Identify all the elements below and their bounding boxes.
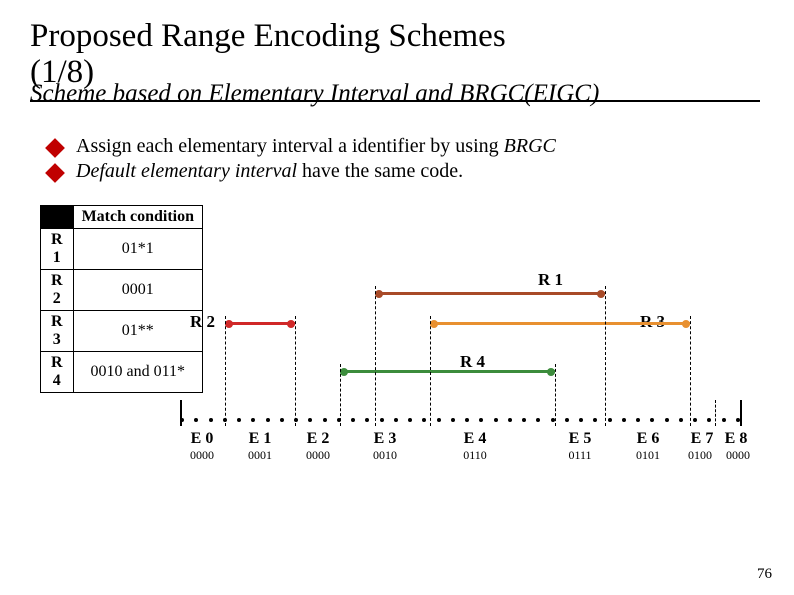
bullet-text-part: have the same code. — [297, 160, 463, 182]
interval-boundary — [690, 316, 691, 426]
interval-boundary — [295, 316, 296, 426]
interval-diagram: R 1 R 2 R 3 R 4 — [180, 260, 770, 520]
interval-boundary — [375, 286, 376, 426]
interval-boundary — [340, 364, 341, 426]
table-row: R 4 0010 and 011* — [41, 352, 203, 393]
interval-code: 0111 — [560, 448, 600, 463]
interval-boundary — [430, 316, 431, 426]
table-row: R 3 01** — [41, 311, 203, 352]
interval-tick — [180, 400, 182, 426]
interval-code: 0000 — [182, 448, 222, 463]
range-endpoint-icon — [547, 368, 555, 376]
range-r4-label: R 4 — [460, 352, 485, 372]
interval-label: E 8 — [716, 430, 756, 448]
interval-label: E 5 — [560, 430, 600, 448]
range-r3-line — [430, 322, 690, 325]
interval-code: 0110 — [455, 448, 495, 463]
range-name: R 3 — [41, 311, 74, 352]
interval-code: 0100 — [680, 448, 720, 463]
diamond-bullet-icon — [45, 138, 65, 158]
bullet-text-italic: BRGC — [504, 135, 556, 157]
table-header-row: Match condition — [41, 206, 203, 229]
interval-code: 0001 — [240, 448, 280, 463]
table-row: R 1 01*1 — [41, 229, 203, 270]
bullet-text: Assign each elementary interval a identi… — [76, 135, 556, 158]
interval-code: 0010 — [365, 448, 405, 463]
interval-tick — [740, 400, 742, 426]
interval-code: 0000 — [298, 448, 338, 463]
bullet-item: Default elementary interval have the sam… — [48, 160, 556, 183]
range-r4-line — [340, 370, 555, 373]
axis-dots — [180, 418, 740, 422]
interval-label: E 6 — [628, 430, 668, 448]
subtitle: Scheme based on Elementary Interval and … — [30, 80, 760, 108]
bullet-text-part: Assign each elementary interval a identi… — [76, 135, 504, 157]
table-corner-cell — [41, 206, 74, 229]
title-line1: Proposed Range Encoding Schemes — [30, 18, 506, 54]
match-condition-table: Match condition R 1 01*1 R 2 0001 R 3 01… — [40, 205, 203, 393]
table-row: R 2 0001 — [41, 270, 203, 311]
interval-code: 0101 — [628, 448, 668, 463]
interval-code: 0000 — [718, 448, 758, 463]
table-header: Match condition — [73, 206, 202, 229]
range-r1-line — [375, 292, 605, 295]
range-endpoint-icon — [682, 320, 690, 328]
interval-boundary — [225, 316, 226, 426]
slide: Proposed Range Encoding Schemes (1/8) Sc… — [0, 0, 794, 595]
range-name: R 4 — [41, 352, 74, 393]
bullet-list: Assign each elementary interval a identi… — [48, 135, 556, 185]
range-endpoint-icon — [375, 290, 383, 298]
interval-label: E 4 — [455, 430, 495, 448]
page-number: 76 — [757, 566, 772, 583]
interval-label: E 0 — [182, 430, 222, 448]
range-endpoint-icon — [340, 368, 348, 376]
range-name: R 2 — [41, 270, 74, 311]
bullet-text: Default elementary interval have the sam… — [76, 160, 463, 183]
interval-boundary — [715, 400, 716, 426]
interval-boundary — [555, 364, 556, 426]
range-endpoint-icon — [225, 320, 233, 328]
bullet-text-italic: Default elementary interval — [76, 160, 297, 182]
diamond-bullet-icon — [45, 163, 65, 183]
interval-label: E 2 — [298, 430, 338, 448]
range-r1-label: R 1 — [538, 270, 563, 290]
interval-label: E 1 — [240, 430, 280, 448]
range-endpoint-icon — [287, 320, 295, 328]
range-endpoint-icon — [597, 290, 605, 298]
range-name: R 1 — [41, 229, 74, 270]
interval-label: E 3 — [365, 430, 405, 448]
range-r2-label: R 2 — [190, 312, 215, 332]
range-r2-line — [225, 322, 295, 325]
range-endpoint-icon — [430, 320, 438, 328]
interval-boundary — [605, 286, 606, 426]
bullet-item: Assign each elementary interval a identi… — [48, 135, 556, 158]
